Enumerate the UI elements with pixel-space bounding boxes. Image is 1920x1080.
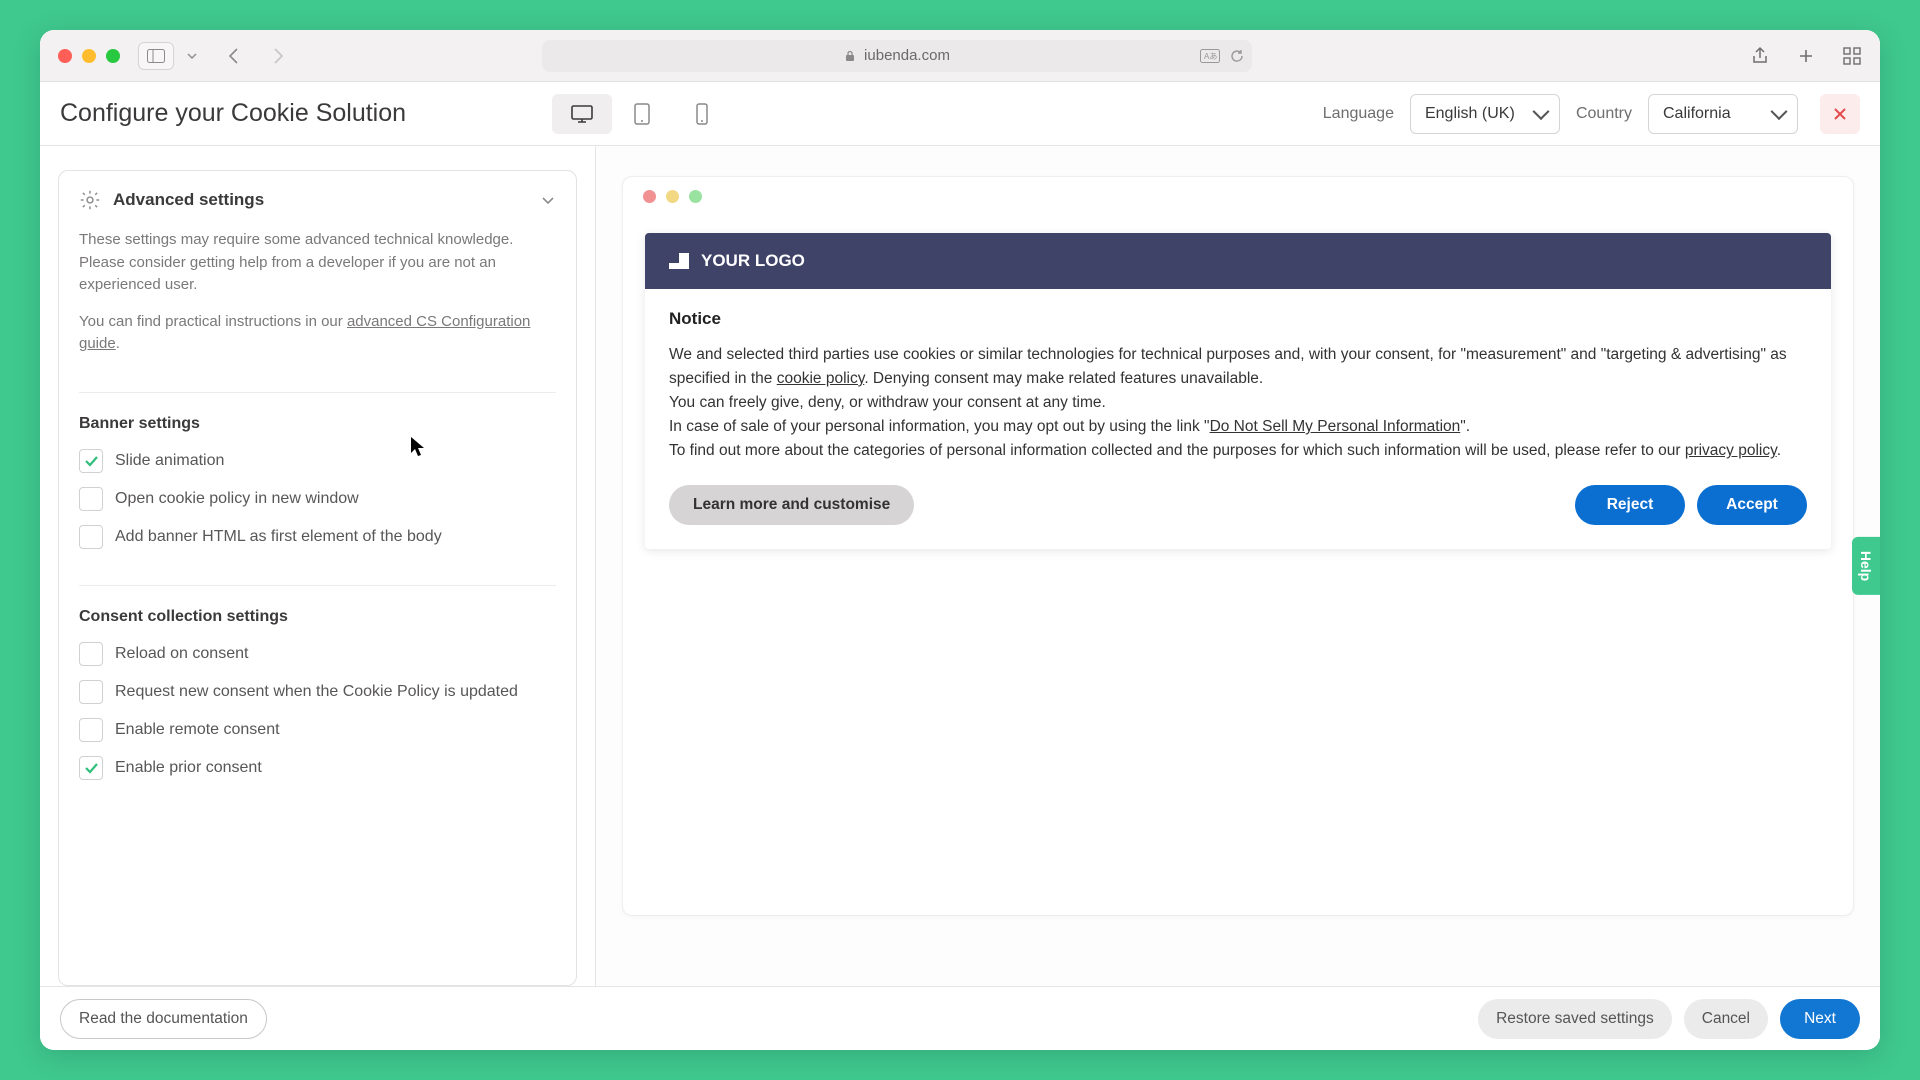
- checkbox-icon: [79, 680, 103, 704]
- device-desktop-tab[interactable]: [552, 94, 612, 134]
- language-select[interactable]: English (UK): [1410, 94, 1560, 134]
- cookie-policy-link[interactable]: cookie policy: [777, 370, 865, 387]
- url-bar[interactable]: iubenda.com Aあ: [542, 40, 1252, 72]
- checkbox-icon: [79, 525, 103, 549]
- restore-settings-button[interactable]: Restore saved settings: [1478, 999, 1672, 1039]
- advanced-desc-2: You can find practical instructions in o…: [79, 311, 556, 356]
- advanced-desc-1: These settings may require some advanced…: [79, 229, 556, 297]
- checkbox-icon: [79, 756, 103, 780]
- do-not-sell-link[interactable]: Do Not Sell My Personal Information: [1210, 418, 1461, 435]
- checkbox-label: Enable prior consent: [115, 756, 262, 779]
- checkbox-label: Reload on consent: [115, 642, 248, 665]
- checkbox-label: Request new consent when the Cookie Poli…: [115, 680, 518, 703]
- window-minimize-icon[interactable]: [82, 49, 96, 63]
- checkbox-label: Add banner HTML as first element of the …: [115, 525, 442, 548]
- notice-title: Notice: [669, 309, 1807, 329]
- forward-button[interactable]: [268, 46, 288, 66]
- dot-icon: [689, 190, 702, 203]
- window-close-icon[interactable]: [58, 49, 72, 63]
- cancel-button[interactable]: Cancel: [1684, 999, 1768, 1039]
- new-tab-icon[interactable]: [1796, 46, 1816, 66]
- checkbox-label: Enable remote consent: [115, 718, 280, 741]
- cookie-banner: YOUR LOGO Notice We and selected third p…: [645, 233, 1831, 549]
- workspace: Advanced settings These settings may req…: [40, 146, 1880, 986]
- country-select[interactable]: California: [1648, 94, 1798, 134]
- next-button[interactable]: Next: [1780, 999, 1860, 1039]
- device-tablet-tab[interactable]: [612, 94, 672, 134]
- preview-window: YOUR LOGO Notice We and selected third p…: [622, 176, 1854, 916]
- checkbox-slide-animation[interactable]: Slide animation: [79, 449, 556, 473]
- chevron-down-icon[interactable]: [184, 51, 200, 61]
- learn-more-button[interactable]: Learn more and customise: [669, 485, 914, 525]
- checkbox-request-new-consent[interactable]: Request new consent when the Cookie Poli…: [79, 680, 556, 704]
- close-button[interactable]: [1820, 94, 1860, 134]
- checkbox-label: Open cookie policy in new window: [115, 487, 359, 510]
- tabs-overview-icon[interactable]: [1842, 46, 1862, 66]
- dot-icon: [666, 190, 679, 203]
- accept-button[interactable]: Accept: [1697, 485, 1807, 525]
- reload-icon[interactable]: [1230, 49, 1244, 63]
- banner-body: Notice We and selected third parties use…: [645, 289, 1831, 549]
- dot-icon: [643, 190, 656, 203]
- consent-settings-title: Consent collection settings: [79, 608, 556, 626]
- checkbox-add-banner-html[interactable]: Add banner HTML as first element of the …: [79, 525, 556, 549]
- help-tab[interactable]: Help: [1852, 537, 1880, 595]
- close-icon: [1832, 106, 1848, 122]
- preview-area: YOUR LOGO Notice We and selected third p…: [596, 146, 1880, 986]
- settings-card: Advanced settings These settings may req…: [58, 170, 577, 986]
- checkbox-open-new-window[interactable]: Open cookie policy in new window: [79, 487, 556, 511]
- read-docs-button[interactable]: Read the documentation: [60, 999, 267, 1039]
- lock-icon: [844, 50, 856, 62]
- url-text: iubenda.com: [864, 47, 950, 64]
- footer-bar: Read the documentation Restore saved set…: [40, 986, 1880, 1050]
- banner-settings-title: Banner settings: [79, 415, 556, 433]
- nav-arrows: [224, 46, 288, 66]
- checkbox-enable-remote-consent[interactable]: Enable remote consent: [79, 718, 556, 742]
- banner-header: YOUR LOGO: [645, 233, 1831, 289]
- reader-icon[interactable]: Aあ: [1200, 49, 1220, 63]
- logo-icon: [669, 253, 689, 269]
- divider: [79, 392, 556, 393]
- gear-icon: [79, 189, 101, 211]
- advanced-settings-header[interactable]: Advanced settings: [79, 189, 556, 211]
- share-icon[interactable]: [1750, 46, 1770, 66]
- app-header: Configure your Cookie Solution Language …: [40, 82, 1880, 146]
- logo-text: YOUR LOGO: [701, 251, 805, 271]
- back-button[interactable]: [224, 46, 244, 66]
- device-tabs: [552, 94, 732, 134]
- header-controls: Language English (UK) Country California: [1323, 94, 1860, 134]
- svg-text:Aあ: Aあ: [1204, 52, 1217, 61]
- language-label: Language: [1323, 105, 1394, 123]
- divider: [79, 585, 556, 586]
- checkbox-enable-prior-consent[interactable]: Enable prior consent: [79, 756, 556, 780]
- url-controls: Aあ: [1200, 49, 1244, 63]
- advanced-settings-title: Advanced settings: [113, 190, 528, 210]
- chevron-down-icon: [540, 192, 556, 208]
- checkbox-icon: [79, 487, 103, 511]
- reject-button[interactable]: Reject: [1575, 485, 1685, 525]
- privacy-policy-link[interactable]: privacy policy: [1685, 442, 1777, 459]
- traffic-lights: [58, 49, 120, 63]
- titlebar-icons: [1750, 46, 1862, 66]
- checkbox-icon: [79, 449, 103, 473]
- page-title: Configure your Cookie Solution: [60, 99, 406, 128]
- country-label: Country: [1576, 105, 1632, 123]
- preview-traffic-lights: [623, 177, 1853, 215]
- notice-text: We and selected third parties use cookie…: [669, 343, 1807, 463]
- browser-window: iubenda.com Aあ Configure your Cookie Sol…: [40, 30, 1880, 1050]
- settings-panel: Advanced settings These settings may req…: [40, 146, 596, 986]
- device-mobile-tab[interactable]: [672, 94, 732, 134]
- checkbox-reload-on-consent[interactable]: Reload on consent: [79, 642, 556, 666]
- checkbox-label: Slide animation: [115, 449, 224, 472]
- banner-actions: Learn more and customise Reject Accept: [669, 485, 1807, 525]
- checkbox-icon: [79, 718, 103, 742]
- titlebar: iubenda.com Aあ: [40, 30, 1880, 82]
- checkbox-icon: [79, 642, 103, 666]
- window-zoom-icon[interactable]: [106, 49, 120, 63]
- sidebar-toggle-button[interactable]: [138, 42, 174, 70]
